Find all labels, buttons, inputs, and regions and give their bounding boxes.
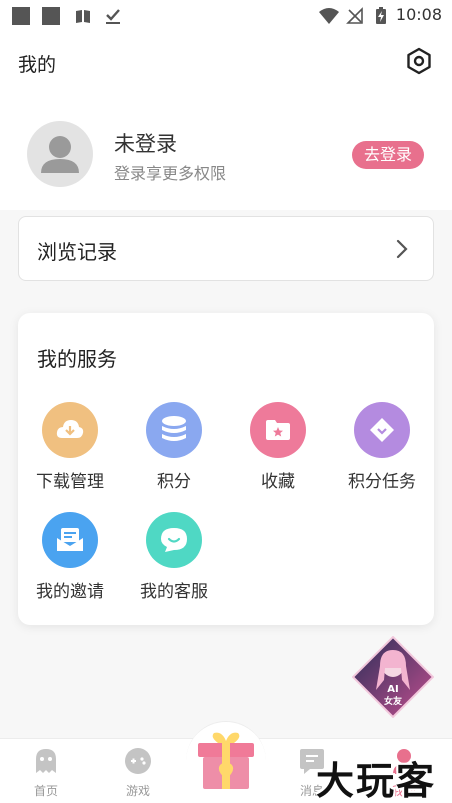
download-cloud-icon <box>42 402 98 458</box>
user-name: 未登录 <box>114 132 177 156</box>
coin-stack-icon <box>146 402 202 458</box>
service-points[interactable]: 积分 <box>122 402 226 492</box>
services-card: 我的服务 下载管理 积分 收藏 积分任务 我的邀请 我的客服 <box>18 313 434 625</box>
wifi-icon <box>319 8 339 24</box>
nav-item-home[interactable]: 首页 <box>16 747 76 799</box>
star-folder-icon <box>250 402 306 458</box>
notification-square-icon <box>12 7 30 25</box>
status-time: 10:08 <box>395 5 442 24</box>
service-label: 下载管理 <box>36 472 104 492</box>
status-bar: 10:08 <box>0 0 452 32</box>
nav-item-games[interactable]: 游戏 <box>108 747 168 799</box>
ai-badge-line2: 女友 <box>384 695 402 707</box>
ai-badge-line1: AI <box>387 684 398 695</box>
browse-history-row[interactable]: 浏览记录 <box>18 216 434 281</box>
service-point-tasks[interactable]: 积分任务 <box>330 402 434 492</box>
ghost-icon <box>36 749 56 773</box>
notification-square-icon <box>42 7 60 25</box>
diamond-tag-icon <box>354 402 410 458</box>
service-favorites[interactable]: 收藏 <box>226 402 330 492</box>
battery-charging-icon <box>376 7 386 24</box>
book-icon <box>76 10 90 23</box>
service-label: 积分任务 <box>348 472 416 492</box>
gift-box-icon[interactable] <box>194 727 258 793</box>
service-label: 我的客服 <box>140 582 208 602</box>
service-customer-support[interactable]: 我的客服 <box>122 512 226 602</box>
browse-history-label: 浏览记录 <box>37 240 117 264</box>
avatar[interactable] <box>27 121 93 187</box>
signal-off-icon <box>346 7 363 24</box>
hexagon-settings-icon[interactable] <box>404 46 434 76</box>
user-subtitle: 登录享更多权限 <box>114 164 227 183</box>
chevron-right-icon <box>396 239 408 259</box>
service-label: 收藏 <box>261 472 295 492</box>
watermark: 大玩客 <box>316 758 437 803</box>
chat-bubble-icon <box>146 512 202 568</box>
gamepad-icon <box>125 748 151 774</box>
user-silhouette-icon <box>41 136 79 173</box>
service-download-manager[interactable]: 下载管理 <box>18 402 122 492</box>
page-title: 我的 <box>18 54 57 76</box>
service-label: 积分 <box>157 472 191 492</box>
nav-label: 游戏 <box>125 784 150 798</box>
profile-section: 未登录 登录享更多权限 去登录 <box>0 94 452 210</box>
login-button[interactable]: 去登录 <box>351 141 424 169</box>
download-done-icon <box>106 9 120 24</box>
invite-envelope-icon <box>42 512 98 568</box>
service-my-invites[interactable]: 我的邀请 <box>18 512 122 602</box>
ai-girlfriend-badge[interactable]: AI 女友 <box>352 636 434 718</box>
service-label: 我的邀请 <box>36 582 104 602</box>
nav-label: 首页 <box>33 784 58 798</box>
page-header: 我的 <box>0 32 452 94</box>
services-title: 我的服务 <box>37 347 117 371</box>
